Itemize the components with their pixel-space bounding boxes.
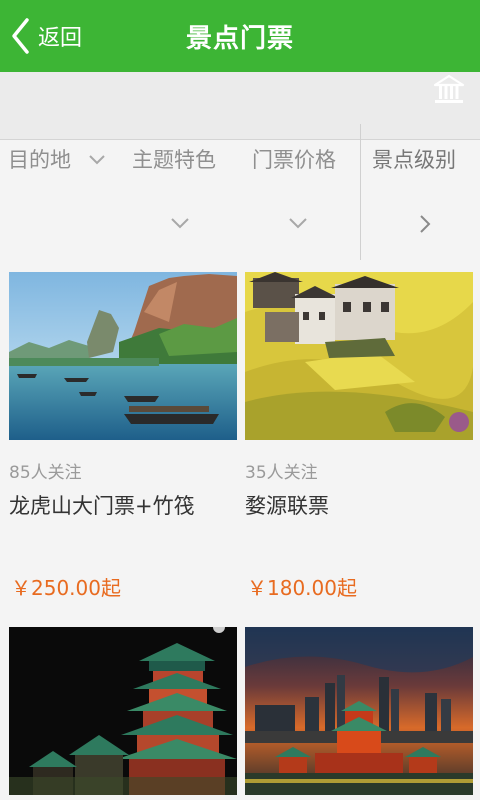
- attraction-name: 婺源联票: [245, 494, 329, 518]
- app-header: 返回 景点门票: [0, 0, 480, 72]
- filter-level-label: 景点级别: [372, 148, 456, 172]
- chevron-right-icon: [420, 215, 431, 233]
- filter-divider: [360, 124, 361, 260]
- attraction-photo: [245, 627, 473, 795]
- filter-destination[interactable]: 目的地: [0, 140, 120, 264]
- filter-bar: 目的地 主题特色 门票价格 景点级别: [0, 140, 480, 264]
- filter-level[interactable]: 景点级别: [362, 140, 480, 264]
- page-title: 景点门票: [185, 24, 294, 54]
- attraction-name: 龙虎山大门票+竹筏: [9, 494, 195, 518]
- attraction-photo: [245, 272, 473, 440]
- home-icon[interactable]: [432, 72, 466, 106]
- chevron-down-icon: [171, 218, 189, 229]
- filter-price[interactable]: 门票价格: [240, 140, 358, 264]
- filter-theme[interactable]: 主题特色: [122, 140, 238, 264]
- filter-price-label: 门票价格: [252, 148, 336, 172]
- follow-count: 35人关注: [245, 463, 318, 483]
- attraction-photo: [9, 272, 237, 440]
- filter-theme-label: 主题特色: [132, 148, 216, 172]
- filter-destination-label: 目的地: [8, 148, 71, 172]
- chevron-down-icon: [289, 218, 307, 229]
- attraction-price: ￥180.00起: [247, 576, 357, 600]
- toolbar: [0, 72, 480, 140]
- chevron-down-icon: [89, 155, 105, 165]
- attraction-price: ￥250.00起: [11, 576, 121, 600]
- attraction-photo: [9, 627, 237, 795]
- follow-count: 85人关注: [9, 463, 82, 483]
